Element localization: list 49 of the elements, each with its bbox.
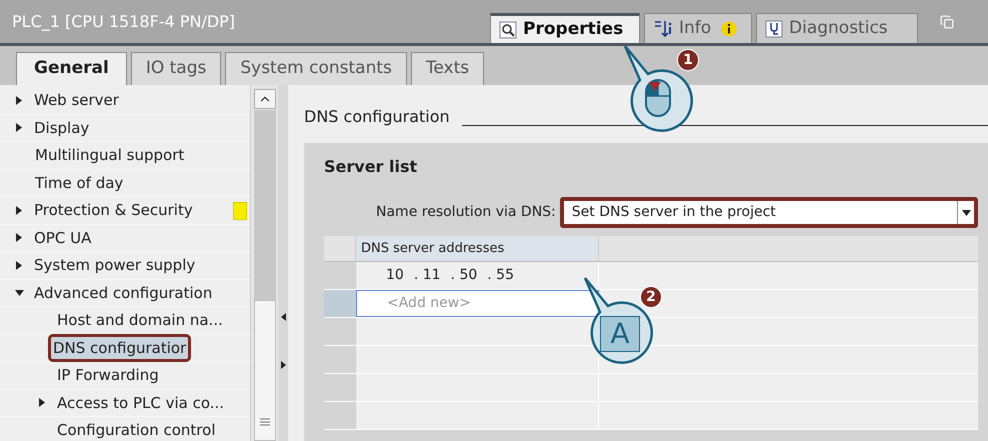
collapse-arrow-icon[interactable] — [280, 313, 286, 321]
address-octet: . 50 — [450, 266, 478, 285]
tree-item[interactable]: Access to PLC via co... — [55, 392, 226, 414]
collapsed-arrow-icon[interactable] — [16, 233, 22, 242]
tab[interactable]: General — [16, 52, 127, 85]
dropdown-arrow-icon[interactable] — [957, 201, 974, 224]
inspector-tab[interactable]: Info — [644, 13, 752, 43]
tree-item[interactable]: Web server — [32, 89, 121, 112]
collapsed-arrow-icon[interactable] — [39, 398, 45, 408]
scroll-thumb[interactable] — [254, 300, 276, 441]
inspector-tab[interactable]: Diagnostics — [756, 13, 918, 43]
scroll-up-button[interactable] — [254, 89, 276, 109]
collapsed-arrow-icon[interactable] — [16, 260, 22, 270]
collapsed-arrow-icon[interactable] — [16, 96, 22, 105]
tree-item[interactable]: Advanced configuration — [32, 282, 214, 304]
mouse-icon — [644, 78, 672, 118]
tab[interactable]: Texts — [410, 52, 484, 85]
tree-item[interactable]: Configuration control — [55, 419, 218, 441]
tree-item[interactable]: OPC UA — [32, 226, 94, 249]
info-list-icon — [653, 20, 673, 38]
grip-icon — [260, 418, 270, 426]
tree-item[interactable]: Multilingual support — [33, 144, 186, 166]
address-octet: . 55 — [487, 266, 514, 285]
dns-mode-dropdown[interactable]: Set DNS server in the project — [560, 197, 978, 228]
inspector-tab[interactable]: Properties — [490, 13, 640, 43]
tree-item[interactable]: System power supply — [32, 254, 198, 276]
column-header: DNS server addresses — [356, 236, 599, 261]
tree-item[interactable]: IP Forwarding — [55, 364, 161, 386]
tree-item[interactable]: Host and domain na... — [55, 309, 225, 332]
section-heading: DNS configuration — [304, 106, 450, 128]
text-cursor-icon: A — [610, 320, 630, 348]
info-icon — [721, 20, 738, 36]
tree-item[interactable]: Protection & Security — [32, 199, 195, 222]
magnifier-icon — [499, 20, 517, 38]
window-title: PLC_1 [CPU 1518F-4 PN/DP] — [11, 10, 236, 33]
tree-item[interactable]: Display — [32, 116, 92, 139]
address-octet: 10 — [386, 266, 404, 285]
tab[interactable]: IO tags — [130, 52, 222, 85]
group-heading: Server list — [324, 156, 418, 178]
tab[interactable]: System constants — [225, 52, 407, 85]
field-label: Name resolution via DNS: — [376, 203, 556, 222]
expand-arrow-icon[interactable] — [280, 361, 286, 369]
expanded-arrow-icon[interactable] — [14, 290, 24, 296]
tree-item[interactable]: Time of day — [33, 172, 126, 194]
collapsed-arrow-icon[interactable] — [16, 123, 22, 132]
stethoscope-icon — [765, 20, 783, 38]
collapsed-arrow-icon[interactable] — [16, 206, 22, 215]
address-octet: . 11 — [414, 266, 441, 285]
tree-item[interactable]: DNS configuratior — [51, 336, 188, 359]
